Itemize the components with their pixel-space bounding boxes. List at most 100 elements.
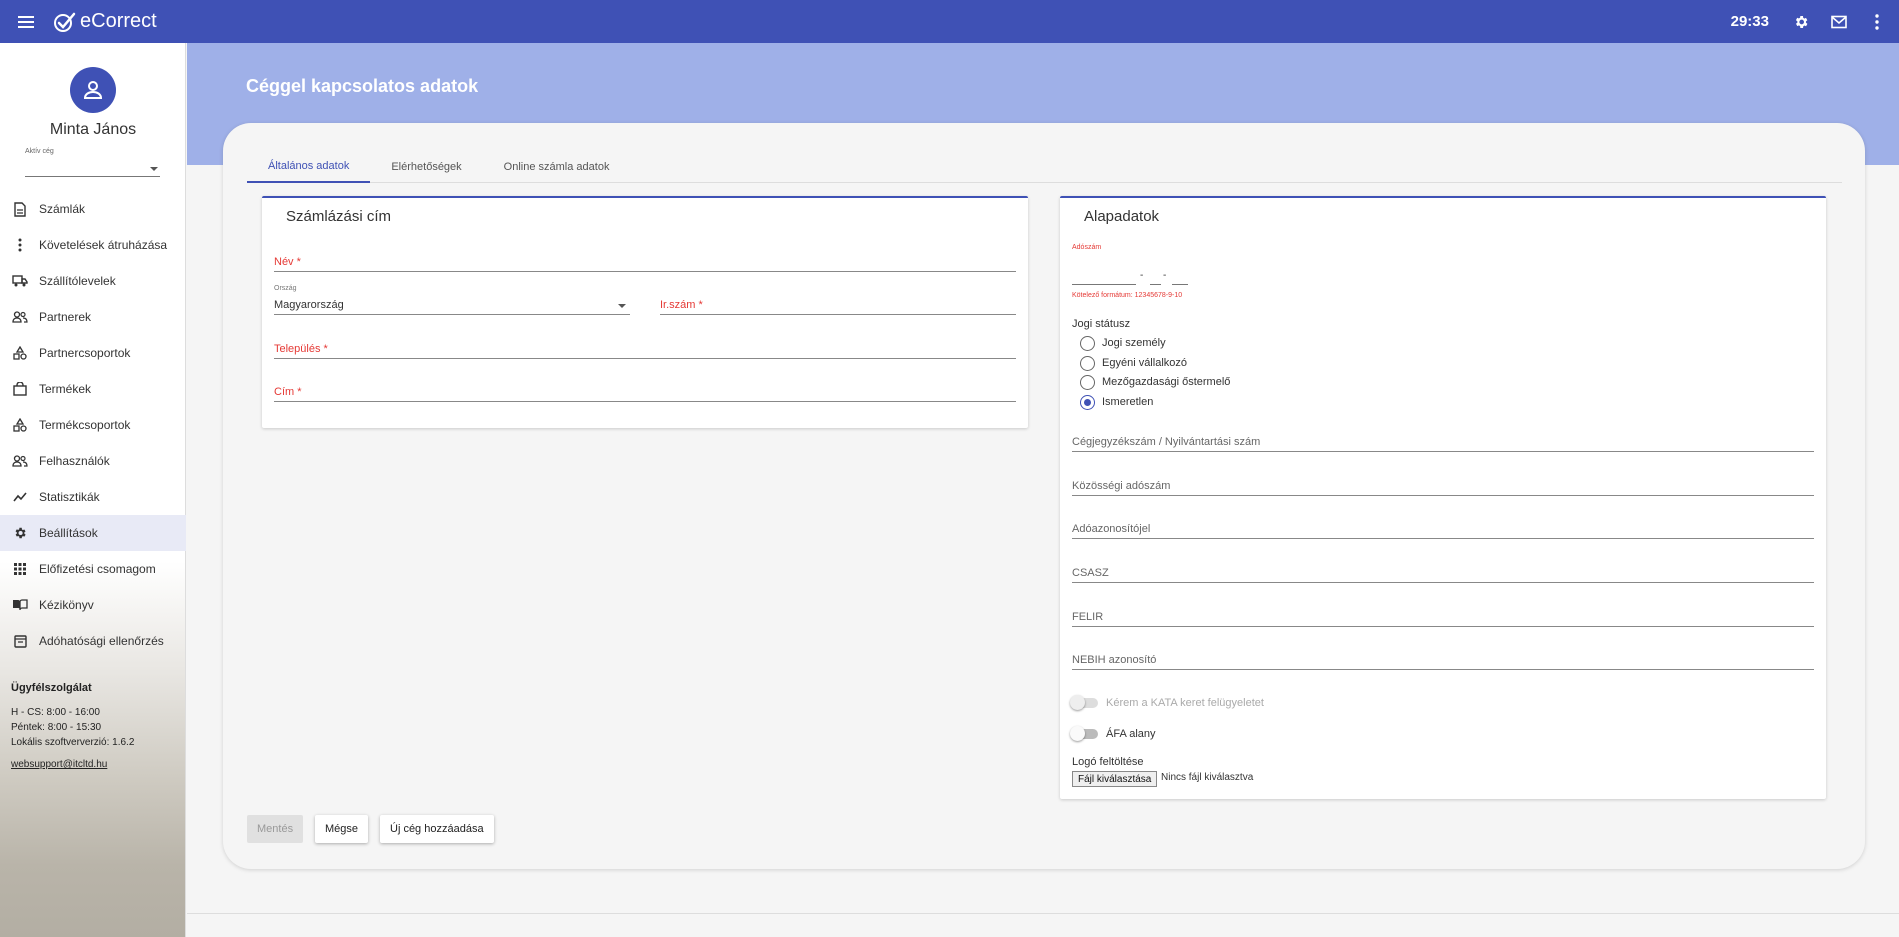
archive-icon bbox=[12, 633, 28, 649]
save-button[interactable]: Mentés bbox=[247, 815, 304, 843]
tab-bar: Általános adatok Elérhetőségek Online sz… bbox=[247, 150, 1842, 183]
toggle-track bbox=[1070, 695, 1098, 710]
people-icon bbox=[12, 453, 28, 469]
registration-number-field[interactable]: Cégjegyzékszám / Nyilvántartási szám bbox=[1072, 432, 1814, 452]
legal-status-option-label: Jogi személy bbox=[1102, 337, 1166, 349]
eu-tax-number-label: Közösségi adószám bbox=[1072, 480, 1171, 492]
mail-icon[interactable] bbox=[1827, 10, 1851, 34]
legal-status-option[interactable]: Ismeretlen bbox=[1080, 394, 1153, 410]
add-company-button[interactable]: Új cég hozzáadása bbox=[380, 815, 494, 843]
tax-number-part-2[interactable] bbox=[1150, 270, 1161, 285]
tax-number-part-1[interactable] bbox=[1072, 270, 1136, 285]
tab-online-invoice[interactable]: Online számla adatok bbox=[483, 150, 631, 183]
choose-file-button[interactable]: Fájl kiválasztása bbox=[1072, 771, 1158, 787]
eu-tax-number-field[interactable]: Közösségi adószám bbox=[1072, 476, 1814, 496]
sidebar-item-product-groups[interactable]: Termékcsoportok bbox=[0, 407, 186, 443]
app-logo[interactable]: eCorrect bbox=[52, 10, 157, 33]
nebih-field[interactable]: NEBIH azonosító bbox=[1072, 650, 1814, 670]
chevron-down-icon bbox=[618, 304, 626, 308]
sidebar-item-manual[interactable]: Kézikönyv bbox=[0, 587, 186, 623]
nebih-label: NEBIH azonosító bbox=[1072, 654, 1157, 666]
support-email-link[interactable]: websupport@itcltd.hu bbox=[11, 757, 134, 772]
tab-general[interactable]: Általános adatok bbox=[247, 150, 371, 183]
legal-status-option[interactable]: Jogi személy bbox=[1080, 335, 1166, 351]
sidebar-item-products[interactable]: Termékek bbox=[0, 371, 186, 407]
sidebar-item-label: Partnerek bbox=[39, 310, 92, 324]
name-field[interactable]: Név * bbox=[274, 252, 1016, 272]
sidebar-item-label: Termékcsoportok bbox=[39, 418, 131, 432]
support-hours-weekdays: H - CS: 8:00 - 16:00 bbox=[11, 707, 100, 718]
sidebar-item-partners[interactable]: Partnerek bbox=[0, 299, 186, 335]
radio-unchecked-icon bbox=[1080, 335, 1095, 351]
trending-icon bbox=[12, 489, 28, 505]
active-company-label: Aktív cég bbox=[25, 148, 54, 155]
sidebar-item-label: Adóhatósági ellenőrzés bbox=[39, 634, 164, 648]
address-field-label: Cím * bbox=[274, 386, 302, 398]
settings-icon bbox=[12, 525, 28, 541]
footer-divider bbox=[187, 913, 1899, 914]
legal-status-option-label: Mezőgazdasági őstermelő bbox=[1102, 376, 1231, 388]
city-field[interactable]: Település * bbox=[274, 339, 1016, 359]
sidebar-item-partner-groups[interactable]: Partnercsoportok bbox=[0, 335, 186, 371]
support-title: Ügyfélszolgálat bbox=[11, 682, 92, 694]
sidebar-item-label: Kézikönyv bbox=[39, 598, 94, 612]
csasz-field[interactable]: CSASZ bbox=[1072, 563, 1814, 583]
country-select[interactable]: Ország Magyarország bbox=[274, 285, 630, 315]
sidebar-item-label: Felhasználók bbox=[39, 454, 110, 468]
shopping-bag-icon bbox=[12, 381, 28, 397]
country-field-value: Magyarország bbox=[274, 299, 344, 311]
sidebar-item-receivables[interactable]: Követelések átruházása bbox=[0, 227, 186, 263]
felir-field[interactable]: FELIR bbox=[1072, 607, 1814, 627]
sidebar-nav: Számlák Követelések átruházása Szállítól… bbox=[0, 191, 186, 659]
sidebar-item-statistics[interactable]: Statisztikák bbox=[0, 479, 186, 515]
sidebar-item-label: Termékek bbox=[39, 382, 92, 396]
chevron-down-icon bbox=[150, 167, 158, 171]
sidebar-item-subscription[interactable]: Előfizetési csomagom bbox=[0, 551, 186, 587]
sidebar-item-label: Előfizetési csomagom bbox=[39, 562, 156, 576]
sidebar-item-settings[interactable]: Beállítások bbox=[0, 515, 186, 551]
sidebar-item-delivery-notes[interactable]: Szállítólevelek bbox=[0, 263, 186, 299]
tax-id-field[interactable]: Adóazonosítójel bbox=[1072, 519, 1814, 539]
app-name: eCorrect bbox=[80, 10, 157, 32]
tax-id-label: Adóazonosítójel bbox=[1072, 523, 1151, 535]
book-icon bbox=[12, 597, 28, 613]
menu-icon[interactable] bbox=[0, 0, 52, 43]
vat-toggle[interactable]: ÁFA alany bbox=[1070, 726, 1156, 741]
file-status: Nincs fájl kiválasztva bbox=[1161, 772, 1254, 783]
sidebar-item-label: Számlák bbox=[39, 202, 86, 216]
legal-status-option[interactable]: Mezőgazdasági őstermelő bbox=[1080, 374, 1230, 390]
cancel-button[interactable]: Mégse bbox=[315, 815, 369, 843]
tax-number-hint: Kötelező formátum: 12345678-9-10 bbox=[1072, 292, 1183, 299]
billing-address-title: Számlázási cím bbox=[286, 208, 392, 225]
tax-number-part-3[interactable] bbox=[1172, 270, 1188, 285]
software-version: Lokális szoftververzió: 1.6.2 bbox=[11, 737, 135, 748]
more-vert-icon[interactable] bbox=[1865, 10, 1889, 34]
top-app-bar: eCorrect 29:33 bbox=[0, 0, 1899, 43]
category-icon bbox=[12, 345, 28, 361]
tax-number-separator: - bbox=[1163, 270, 1167, 281]
sidebar-item-users[interactable]: Felhasználók bbox=[0, 443, 186, 479]
support-hours-friday: Péntek: 8:00 - 15:30 bbox=[11, 722, 102, 733]
sidebar-item-invoices[interactable]: Számlák bbox=[0, 191, 186, 227]
tab-contacts[interactable]: Elérhetőségek bbox=[370, 150, 482, 183]
legal-status-option[interactable]: Egyéni vállalkozó bbox=[1080, 355, 1187, 371]
legal-status-option-label: Egyéni vállalkozó bbox=[1102, 357, 1187, 369]
registration-number-label: Cégjegyzékszám / Nyilvántartási szám bbox=[1072, 436, 1261, 448]
session-timer: 29:33 bbox=[1730, 13, 1769, 30]
more-vert-icon bbox=[12, 237, 28, 253]
active-company-select[interactable] bbox=[25, 159, 160, 177]
legal-status-label: Jogi státusz bbox=[1072, 318, 1131, 330]
sidebar-item-label: Beállítások bbox=[39, 526, 98, 540]
address-field[interactable]: Cím * bbox=[274, 382, 1016, 402]
sidebar-item-label: Követelések átruházása bbox=[39, 238, 168, 252]
radio-unchecked-icon bbox=[1080, 374, 1095, 390]
legal-status-option-label: Ismeretlen bbox=[1102, 396, 1154, 408]
radio-unchecked-icon bbox=[1080, 355, 1095, 371]
kata-toggle[interactable]: Kérem a KATA keret felügyeletet bbox=[1070, 695, 1264, 710]
settings-icon[interactable] bbox=[1789, 10, 1813, 34]
zip-field[interactable]: Ir.szám * bbox=[660, 295, 1016, 315]
avatar[interactable] bbox=[70, 67, 116, 113]
sidebar-item-tax-audit[interactable]: Adóhatósági ellenőrzés bbox=[0, 623, 186, 659]
ecorrect-logo-icon bbox=[54, 12, 76, 32]
sidebar-item-label: Szállítólevelek bbox=[39, 274, 116, 288]
